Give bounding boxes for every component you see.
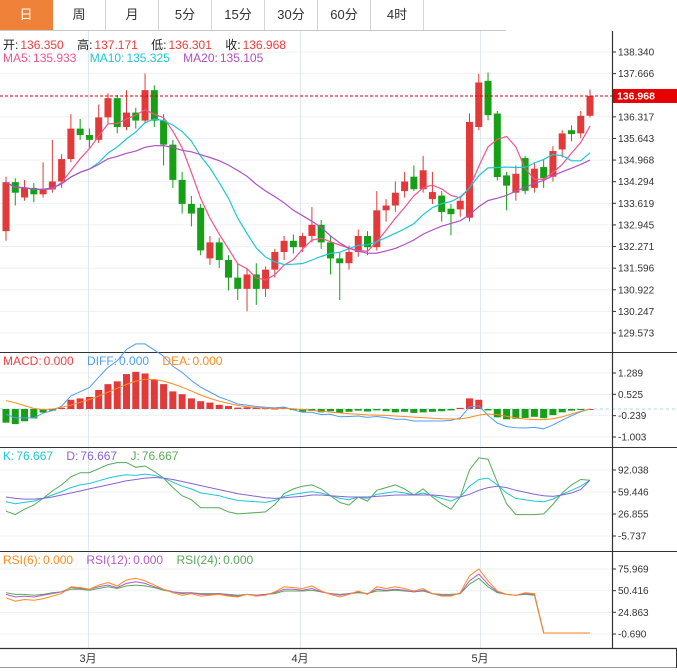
svg-text:26.855: 26.855 — [618, 509, 649, 520]
svg-text:129.573: 129.573 — [618, 329, 655, 340]
tab-month[interactable]: 月 — [106, 0, 159, 30]
period-tabbar: 日 周 月 5分 15分 30分 60分 4时 — [0, 0, 506, 31]
svg-text:133.619: 133.619 — [618, 199, 655, 210]
svg-text:136.968: 136.968 — [617, 90, 655, 102]
svg-text:4月: 4月 — [291, 653, 308, 665]
svg-text:59.446: 59.446 — [618, 488, 649, 499]
tab-4hour[interactable]: 4时 — [371, 0, 424, 30]
svg-text:130.247: 130.247 — [618, 307, 655, 318]
tab-day[interactable]: 日 — [0, 0, 53, 30]
svg-text:-5.737: -5.737 — [618, 532, 647, 543]
tab-30min[interactable]: 30分 — [265, 0, 318, 30]
svg-text:134.294: 134.294 — [618, 177, 655, 188]
svg-text:24.863: 24.863 — [618, 608, 649, 619]
svg-text:130.922: 130.922 — [618, 285, 655, 296]
tab-60min[interactable]: 60分 — [318, 0, 371, 30]
svg-text:138.340: 138.340 — [618, 48, 655, 59]
svg-text:135.643: 135.643 — [618, 134, 655, 145]
svg-text:1.289: 1.289 — [618, 369, 643, 380]
svg-text:137.666: 137.666 — [618, 69, 655, 80]
tab-15min[interactable]: 15分 — [212, 0, 265, 30]
svg-text:92.038: 92.038 — [618, 466, 649, 477]
svg-text:-0.690: -0.690 — [618, 630, 647, 641]
svg-text:-0.239: -0.239 — [618, 411, 647, 422]
tab-week[interactable]: 周 — [53, 0, 106, 30]
svg-text:132.945: 132.945 — [618, 220, 655, 231]
svg-text:136.317: 136.317 — [618, 112, 655, 123]
svg-text:0.525: 0.525 — [618, 390, 643, 401]
chart-canvas[interactable]: 138.340 137.666 136.317 135.643 134.968 134.2… — [0, 0, 677, 672]
svg-text:132.271: 132.271 — [618, 242, 655, 253]
svg-text:134.968: 134.968 — [618, 156, 655, 167]
svg-text:50.416: 50.416 — [618, 586, 649, 597]
kline-chart-app: 日 周 月 5分 15分 30分 60分 4时 开:136.350 高:137.… — [0, 0, 677, 672]
svg-text:75.969: 75.969 — [618, 565, 649, 576]
svg-text:-1.003: -1.003 — [618, 433, 647, 444]
svg-text:3月: 3月 — [79, 653, 96, 665]
tab-5min[interactable]: 5分 — [159, 0, 212, 30]
svg-text:131.596: 131.596 — [618, 264, 655, 275]
svg-text:5月: 5月 — [471, 653, 488, 665]
